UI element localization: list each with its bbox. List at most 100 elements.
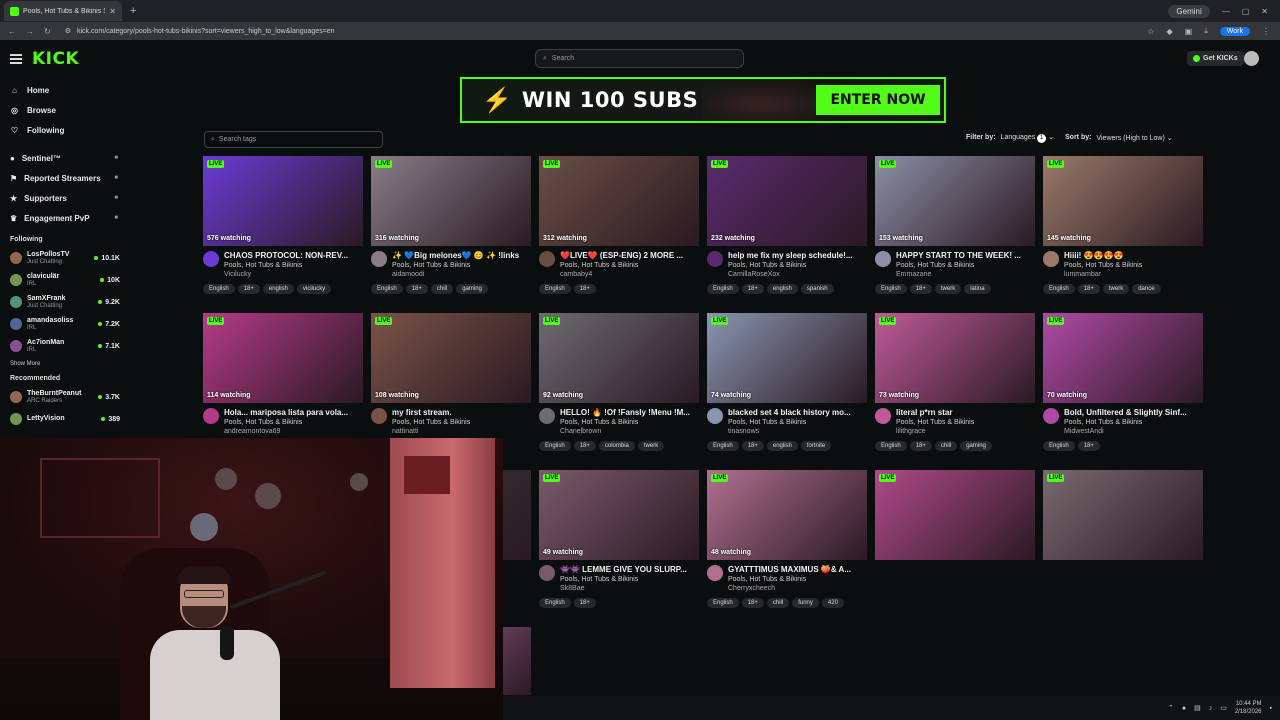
sidebar-item-engagement-pvp[interactable]: ♛ Engagement PvP ■ <box>0 208 128 228</box>
streamer-avatar[interactable] <box>203 251 219 267</box>
stream-card[interactable]: LIVE 74 watching blacked set 4 black histo… <box>707 313 867 451</box>
stream-category[interactable]: Pools, Hot Tubs & Bikinis <box>392 261 527 270</box>
tag-chip[interactable]: English <box>539 441 571 451</box>
tag-chip[interactable]: 18+ <box>1077 441 1100 451</box>
streamer-name[interactable]: Chanelbrown <box>560 427 695 436</box>
tag-chip[interactable]: English <box>875 441 907 451</box>
streamer-name[interactable]: tinasnows <box>728 427 863 436</box>
tag-chip[interactable]: English <box>203 284 235 294</box>
following-channel-item[interactable]: amandasoliss IRL 7.2K <box>0 313 128 335</box>
sort-dropdown[interactable]: Viewers (High to Low) ⌄ <box>1096 134 1172 142</box>
tag-chip[interactable]: vicilucky <box>296 284 332 294</box>
tag-chip[interactable]: funny <box>792 598 819 608</box>
streamer-avatar[interactable] <box>539 565 555 581</box>
stream-thumbnail[interactable]: LIVE 70 watching <box>1043 313 1203 403</box>
tag-chip[interactable]: dance <box>1132 284 1161 294</box>
stream-thumbnail[interactable]: LIVE 108 watching <box>371 313 531 403</box>
stream-title[interactable]: ❤️LIVE❤️ (ESP-ENG) 2 MORE ... <box>560 251 695 261</box>
mic-tray-icon[interactable]: ● <box>1182 705 1186 712</box>
following-channel-item[interactable]: SamXFrank Just Chatting 9.2K <box>0 291 128 313</box>
stream-category[interactable]: Pools, Hot Tubs & Bikinis <box>728 575 863 584</box>
tag-chip[interactable]: latina <box>964 284 991 294</box>
close-tab-icon[interactable]: ✕ <box>109 7 116 16</box>
streamer-name[interactable]: MidwestAndi <box>1064 427 1199 436</box>
streamer-name[interactable]: nattinatti <box>392 427 527 436</box>
stream-card[interactable]: LIVE 73 watching literal p*rn star Pools, H… <box>875 313 1035 451</box>
tag-chip[interactable]: chill <box>934 441 958 451</box>
sidebar-item-sentinel[interactable]: ● Sentinel™ ■ <box>0 148 128 168</box>
stream-title[interactable]: help me fix my sleep schedule!... <box>728 251 863 261</box>
stream-category[interactable]: Pools, Hot Tubs & Bikinis <box>392 418 527 427</box>
languages-filter[interactable]: Languages 1 ⌄ <box>1001 133 1054 143</box>
following-channel-item[interactable]: LosPollosTV Just Chatting 10.1K <box>0 247 128 269</box>
system-clock[interactable]: 10:44 PM 2/18/2026 <box>1235 700 1262 716</box>
stream-thumbnail[interactable]: LIVE 74 watching <box>707 313 867 403</box>
tag-chip[interactable]: English <box>1043 441 1075 451</box>
stream-category[interactable]: Pools, Hot Tubs & Bikinis <box>1064 261 1199 270</box>
stream-thumbnail[interactable]: LIVE 232 watching <box>707 156 867 246</box>
stream-category[interactable]: Pools, Hot Tubs & Bikinis <box>1064 418 1199 427</box>
tag-chip[interactable]: chill <box>430 284 454 294</box>
recommended-channel-item[interactable]: TheBurntPeanut ARC Raiders 3.7K <box>0 386 128 408</box>
site-info-icon[interactable]: ⚙ <box>65 27 71 35</box>
recommended-channel-item[interactable]: LettyVision 389 <box>0 408 128 430</box>
stream-card[interactable]: LIVE 153 watching HAPPY START TO THE WEEK!… <box>875 156 1035 294</box>
stream-card[interactable]: LIVE 70 watching Bold, Unfiltered & Slight… <box>1043 313 1203 451</box>
tag-chip[interactable]: 18+ <box>909 284 932 294</box>
stream-category[interactable]: Pools, Hot Tubs & Bikinis <box>224 261 359 270</box>
tag-chip[interactable]: gaming <box>960 441 992 451</box>
stream-title[interactable]: 👾👾 LEMME GIVE YOU SLURP... <box>560 565 695 575</box>
tag-chip[interactable]: English <box>539 284 571 294</box>
streamer-avatar[interactable] <box>539 408 555 424</box>
streamer-avatar[interactable] <box>707 408 723 424</box>
volume-icon[interactable]: ♪ <box>1209 705 1213 712</box>
tag-chip[interactable]: English <box>371 284 403 294</box>
stream-card[interactable]: LIVE <box>875 470 1035 560</box>
stream-title[interactable]: blacked set 4 black history mo... <box>728 408 863 418</box>
streamer-avatar[interactable] <box>539 251 555 267</box>
hamburger-menu-icon[interactable] <box>10 54 22 64</box>
extension-icon[interactable]: ◆ <box>1167 27 1173 36</box>
stream-title[interactable]: Hola... mariposa lista para vola... <box>224 408 359 418</box>
tag-chip[interactable]: 18+ <box>741 441 764 451</box>
stream-thumbnail[interactable]: LIVE 145 watching <box>1043 156 1203 246</box>
streamer-avatar[interactable] <box>1043 251 1059 267</box>
close-window-icon[interactable]: ✕ <box>1261 7 1268 16</box>
stream-title[interactable]: ✨ 💙Big melones💙 😊 ✨ !links <box>392 251 527 261</box>
gemini-button[interactable]: Gemini <box>1168 4 1210 18</box>
streamer-name[interactable]: Vicilucky <box>224 270 359 279</box>
tag-chip[interactable]: 18+ <box>573 441 596 451</box>
minimize-icon[interactable]: — <box>1222 7 1230 16</box>
network-icon[interactable]: ▤ <box>1194 704 1201 712</box>
stream-title[interactable]: Hiiii! 😍😍😍😍 <box>1064 251 1199 261</box>
forward-icon[interactable]: → <box>26 27 34 36</box>
streamer-avatar[interactable] <box>707 251 723 267</box>
stream-card[interactable]: LIVE 114 watching Hola... mariposa lista p… <box>203 313 363 436</box>
tag-chip[interactable]: twerk <box>637 441 665 451</box>
tag-chip[interactable]: 18+ <box>909 441 932 451</box>
tag-chip[interactable]: English <box>875 284 907 294</box>
streamer-avatar[interactable] <box>707 565 723 581</box>
stream-thumbnail[interactable]: LIVE 153 watching <box>875 156 1035 246</box>
stream-category[interactable]: Pools, Hot Tubs & Bikinis <box>560 575 695 584</box>
stream-card[interactable]: LIVE 108 watching my first stream. Pools, H… <box>371 313 531 436</box>
stream-title[interactable]: CHAOS PROTOCOL: NON-REV... <box>224 251 359 261</box>
tag-chip[interactable]: English <box>1043 284 1075 294</box>
stream-thumbnail[interactable]: LIVE 92 watching <box>539 313 699 403</box>
menu-dots-icon[interactable]: ⋮ <box>1262 27 1270 36</box>
browser-tab[interactable]: Pools, Hot Tubs & Bikinis Strea ✕ <box>4 1 122 21</box>
sidebar-item-reported-streamers[interactable]: ⚑ Reported Streamers ■ <box>0 168 128 188</box>
chevron-up-icon[interactable]: ⌃ <box>1168 704 1174 712</box>
tag-chip[interactable]: 18+ <box>237 284 260 294</box>
stream-card[interactable]: LIVE 92 watching HELLO! 🔥 !Of !Fansly !Men… <box>539 313 699 451</box>
stream-thumbnail[interactable]: LIVE 114 watching <box>203 313 363 403</box>
download-icon[interactable]: ⤓ <box>1204 26 1208 36</box>
notification-icon[interactable]: ▪ <box>1270 705 1272 712</box>
stream-title[interactable]: Bold, Unfiltered & Slightly Sinf... <box>1064 408 1199 418</box>
streamer-name[interactable]: lummambar <box>1064 270 1199 279</box>
stream-title[interactable]: my first stream. <box>392 408 527 418</box>
stream-card[interactable]: LIVE 232 watching help me fix my sleep sch… <box>707 156 867 294</box>
sidebar-item-browse[interactable]: ◎ Browse <box>0 100 128 120</box>
stream-category[interactable]: Pools, Hot Tubs & Bikinis <box>896 418 1031 427</box>
tag-chip[interactable]: english <box>766 441 798 451</box>
